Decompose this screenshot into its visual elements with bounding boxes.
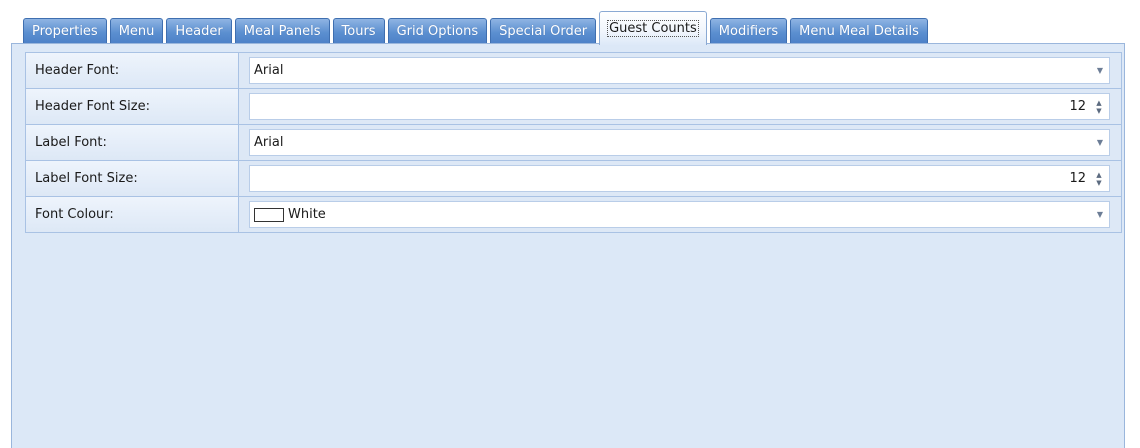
- tab-menu[interactable]: Menu: [109, 18, 164, 44]
- header-font-size-value: 12: [1069, 99, 1086, 114]
- guest-counts-settings-window: Properties Menu Header Meal Panels Tours…: [0, 0, 1140, 448]
- tab-label: Menu: [118, 24, 155, 39]
- label-font-size-spinner[interactable]: 12 ▲ ▼: [249, 165, 1110, 192]
- font-colour-label: Font Colour:: [26, 197, 239, 232]
- tab-label: Grid Options: [396, 24, 479, 39]
- property-row-font-colour: Font Colour: White ▼: [26, 197, 1121, 233]
- header-font-size-spinner[interactable]: 12 ▲ ▼: [249, 93, 1110, 120]
- property-grid: Header Font: Arial ▼ Header Font Size: 1…: [25, 52, 1122, 233]
- value-cell: Arial ▼: [239, 125, 1121, 160]
- spin-updown-icon[interactable]: ▲ ▼: [1092, 94, 1106, 119]
- tab-label: Menu Meal Details: [799, 24, 919, 39]
- font-colour-value: White: [288, 207, 326, 222]
- font-colour-display: White: [254, 207, 1091, 222]
- tab-header[interactable]: Header: [166, 18, 232, 44]
- chevron-down-icon[interactable]: ▼: [1091, 202, 1109, 227]
- tab-label: Tours: [341, 24, 376, 39]
- spin-down-icon[interactable]: ▼: [1096, 179, 1101, 187]
- tab-content-panel: Header Font: Arial ▼ Header Font Size: 1…: [11, 43, 1125, 448]
- tab-modifiers[interactable]: Modifiers: [709, 18, 788, 44]
- value-cell: 12 ▲ ▼: [239, 89, 1121, 124]
- tab-label: Guest Counts: [607, 20, 699, 37]
- chevron-down-icon[interactable]: ▼: [1091, 58, 1109, 83]
- spin-up-icon[interactable]: ▲: [1096, 171, 1101, 179]
- tab-label: Header: [175, 24, 223, 39]
- value-cell: White ▼: [239, 197, 1121, 232]
- tab-label: Special Order: [499, 24, 588, 39]
- chevron-down-icon[interactable]: ▼: [1091, 130, 1109, 155]
- tab-label: Properties: [32, 24, 98, 39]
- label-font-label: Label Font:: [26, 125, 239, 160]
- header-font-label: Header Font:: [26, 53, 239, 88]
- property-row-label-font: Label Font: Arial ▼: [26, 125, 1121, 161]
- property-row-header-font-size: Header Font Size: 12 ▲ ▼: [26, 89, 1121, 125]
- header-font-size-label: Header Font Size:: [26, 89, 239, 124]
- label-font-size-value: 12: [1069, 171, 1086, 186]
- colour-swatch: [254, 207, 284, 222]
- tab-tours[interactable]: Tours: [332, 18, 385, 44]
- property-row-label-font-size: Label Font Size: 12 ▲ ▼: [26, 161, 1121, 197]
- tab-label: Modifiers: [718, 24, 779, 39]
- value-cell: 12 ▲ ▼: [239, 161, 1121, 196]
- tab-strip: Properties Menu Header Meal Panels Tours…: [23, 8, 931, 45]
- spin-updown-icon[interactable]: ▲ ▼: [1092, 166, 1106, 191]
- value-cell: Arial ▼: [239, 53, 1121, 88]
- spin-down-icon[interactable]: ▼: [1096, 107, 1101, 115]
- label-font-dropdown[interactable]: Arial ▼: [249, 129, 1110, 156]
- font-colour-dropdown[interactable]: White ▼: [249, 201, 1110, 228]
- spin-up-icon[interactable]: ▲: [1096, 99, 1101, 107]
- tab-menu-meal-details[interactable]: Menu Meal Details: [790, 18, 928, 44]
- property-row-header-font: Header Font: Arial ▼: [26, 53, 1121, 89]
- tab-meal-panels[interactable]: Meal Panels: [234, 18, 330, 44]
- label-font-size-label: Label Font Size:: [26, 161, 239, 196]
- header-font-value: Arial: [254, 63, 284, 78]
- tab-label: Meal Panels: [243, 24, 321, 39]
- tab-properties[interactable]: Properties: [23, 18, 107, 44]
- label-font-value: Arial: [254, 135, 284, 150]
- tab-grid-options[interactable]: Grid Options: [387, 18, 488, 44]
- tab-special-order[interactable]: Special Order: [490, 18, 597, 44]
- tab-guest-counts[interactable]: Guest Counts: [599, 11, 707, 45]
- header-font-dropdown[interactable]: Arial ▼: [249, 57, 1110, 84]
